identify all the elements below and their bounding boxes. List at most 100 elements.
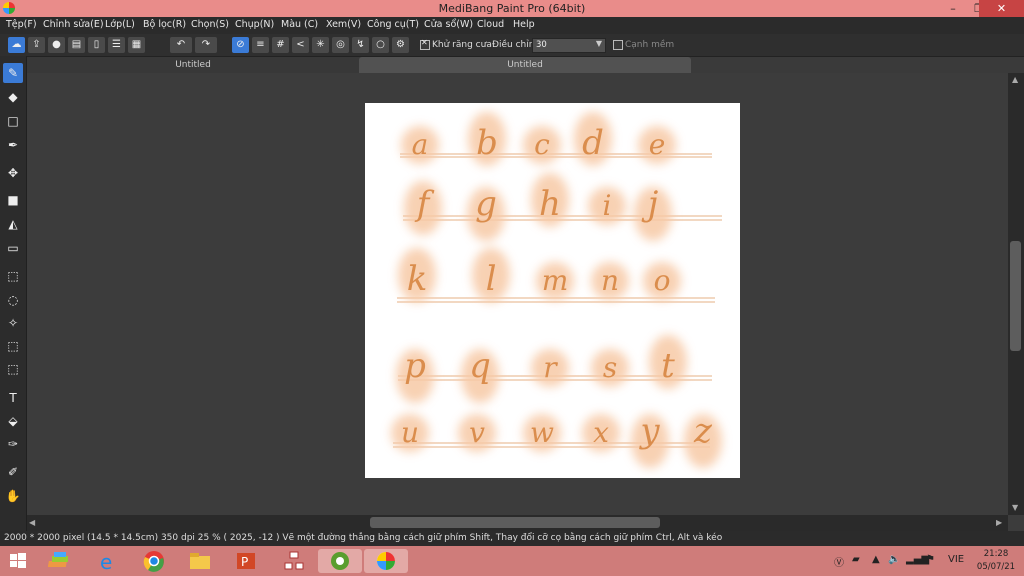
correction-value: 30 xyxy=(536,40,547,50)
perspective-snap-button[interactable]: < xyxy=(292,37,309,53)
concentric-snap-button[interactable]: ◎ xyxy=(332,37,349,53)
vertical-scroll-thumb[interactable] xyxy=(1010,241,1021,351)
radial-snap-button[interactable]: ✳ xyxy=(312,37,329,53)
eraser-icon: ◆ xyxy=(8,90,18,104)
filled-square-icon: ■ xyxy=(7,193,19,207)
taskbar-network-app[interactable] xyxy=(282,549,306,573)
share-button[interactable]: ⇪ xyxy=(28,37,45,53)
grid-button[interactable]: ▦ xyxy=(128,37,145,53)
windows-start-button[interactable] xyxy=(6,549,30,573)
scroll-up-icon[interactable]: ▲ xyxy=(1012,75,1018,84)
chrome-icon xyxy=(143,551,164,572)
no-snap-icon: ⊘ xyxy=(236,39,245,50)
document-button[interactable]: ▯ xyxy=(88,37,105,53)
rectangle-tool[interactable]: □ xyxy=(3,111,23,131)
dot-tool[interactable]: ✒ xyxy=(3,135,23,155)
language-indicator[interactable]: VIE xyxy=(948,554,964,565)
taskbar-bluestacks[interactable] xyxy=(47,549,72,573)
menu-layer[interactable]: Lớp(L) xyxy=(105,19,135,30)
undo-button[interactable]: ↶ xyxy=(170,37,192,53)
gradient-tool[interactable]: ▭ xyxy=(3,238,23,258)
letter-d: d xyxy=(582,123,604,163)
scroll-right-icon[interactable]: ▶ xyxy=(996,518,1002,527)
vertical-scrollbar[interactable]: ▲ ▼ xyxy=(1008,73,1024,515)
message-button[interactable]: ▤ xyxy=(68,37,85,53)
hand-tool[interactable]: ✋ xyxy=(3,486,23,506)
volume-icon[interactable]: 🔈 xyxy=(888,554,900,565)
tool-palette: ✎ ◆ □ ✒ ✥ ■ ◭ ▭ ⬚ ◌ ✧ ⬚ ⬚ T ⬙ ✑ ✐ ✋ xyxy=(0,56,27,531)
undo-icon: ↶ xyxy=(176,39,186,50)
menu-select[interactable]: Chọn(S) xyxy=(191,19,229,30)
menu-edit[interactable]: Chỉnh sửa(E) xyxy=(43,19,104,30)
text-tool[interactable]: T xyxy=(3,388,23,408)
letter-o: o xyxy=(654,264,671,297)
brush-tool[interactable]: ✎ xyxy=(3,63,23,83)
taskbar-file-explorer[interactable] xyxy=(188,549,212,573)
move-tool[interactable]: ✥ xyxy=(3,163,23,183)
tab-untitled-2[interactable]: Untitled xyxy=(359,57,691,73)
magic-wand-tool[interactable]: ✧ xyxy=(3,313,23,333)
medibang-icon xyxy=(377,552,395,570)
snap-off-button[interactable]: ⊘ xyxy=(232,37,249,53)
vietkey-icon[interactable]: Ⓥ xyxy=(834,554,844,569)
select-pen-tool[interactable]: ⬚ xyxy=(3,336,23,356)
fill-rect-tool[interactable]: ■ xyxy=(3,190,23,210)
taskbar-medibang[interactable] xyxy=(364,549,408,573)
correction-select[interactable]: 30 ▼ xyxy=(532,38,606,53)
svg-text:e: e xyxy=(100,550,112,573)
curve-snap-button[interactable]: ↯ xyxy=(352,37,369,53)
letter-x: x xyxy=(593,416,609,449)
tab-untitled-1[interactable]: Untitled xyxy=(27,57,359,73)
divide-tool[interactable]: ⬙ xyxy=(3,411,23,431)
antialias-checkbox[interactable] xyxy=(420,38,430,50)
taskbar-coccoc[interactable] xyxy=(318,549,362,573)
comment-button[interactable]: ● xyxy=(48,37,65,53)
blur-tool[interactable]: ✑ xyxy=(3,434,23,454)
list-button[interactable]: ☰ xyxy=(108,37,125,53)
eyedropper-tool[interactable]: ✐ xyxy=(3,462,23,482)
snap-settings-button[interactable]: ⚙ xyxy=(392,37,409,53)
magic-wand-icon: ✧ xyxy=(7,316,19,330)
menu-filter[interactable]: Bộ lọc(R) xyxy=(143,19,186,30)
bucket-tool[interactable]: ◭ xyxy=(3,214,23,234)
gradient-icon: ▭ xyxy=(7,241,19,255)
taskbar-chrome[interactable] xyxy=(142,549,166,573)
select-pen-icon: ⬚ xyxy=(7,339,19,353)
menu-capture[interactable]: Chụp(N) xyxy=(235,19,274,30)
minimize-button[interactable]: – xyxy=(940,0,966,17)
smooth-checkbox[interactable] xyxy=(613,40,623,50)
drawing-canvas[interactable]: abcdefghijklmnopqrstuvwxyz xyxy=(365,103,740,478)
antialias-label: Khử răng cưa xyxy=(432,40,492,50)
horizontal-scrollbar[interactable]: ◀ ▶ xyxy=(27,515,1008,531)
close-button[interactable]: ✕ xyxy=(979,0,1024,17)
select-eraser-tool[interactable]: ⬚ xyxy=(3,359,23,379)
cloud-button[interactable]: ☁ xyxy=(8,37,25,53)
menu-file[interactable]: Tệp(F) xyxy=(6,19,37,30)
clock[interactable]: 21:28 05/07/21 xyxy=(974,548,1018,574)
chevron-up-icon[interactable]: ▲ xyxy=(872,554,880,565)
menu-cloud[interactable]: Cloud xyxy=(477,19,504,30)
eraser-tool[interactable]: ◆ xyxy=(3,87,23,107)
brush-icon: ✎ xyxy=(7,66,19,80)
flag-icon[interactable]: ⚑ xyxy=(926,554,935,565)
lasso-tool[interactable]: ◌ xyxy=(3,290,23,310)
menu-window[interactable]: Cửa sổ(W) xyxy=(424,19,473,30)
parallel-snap-button[interactable]: ≡ xyxy=(252,37,269,53)
horizontal-scroll-thumb[interactable] xyxy=(370,517,660,528)
taskbar-internet-explorer[interactable]: e xyxy=(96,549,120,574)
redo-button[interactable]: ↷ xyxy=(195,37,217,53)
cross-snap-button[interactable]: # xyxy=(272,37,289,53)
menu-color[interactable]: Màu (C) xyxy=(281,19,318,30)
menu-tools[interactable]: Công cụ(T) xyxy=(367,19,419,30)
ellipse-snap-button[interactable]: ○ xyxy=(372,37,389,53)
scroll-left-icon[interactable]: ◀ xyxy=(29,518,35,527)
taskbar-powerpoint[interactable]: P xyxy=(234,549,258,573)
select-rect-tool[interactable]: ⬚ xyxy=(3,266,23,286)
menu-view[interactable]: Xem(V) xyxy=(326,19,361,30)
lettering-drawing: a b c d ef g h i jk l m n op q r s tu v w x y z xyxy=(391,112,722,468)
document-icon: ▯ xyxy=(93,39,100,50)
scroll-down-icon[interactable]: ▼ xyxy=(1012,503,1018,512)
letter-m: m xyxy=(542,264,569,297)
app-tray-icon[interactable]: ▰ xyxy=(852,554,860,565)
menu-help[interactable]: Help xyxy=(513,19,535,30)
